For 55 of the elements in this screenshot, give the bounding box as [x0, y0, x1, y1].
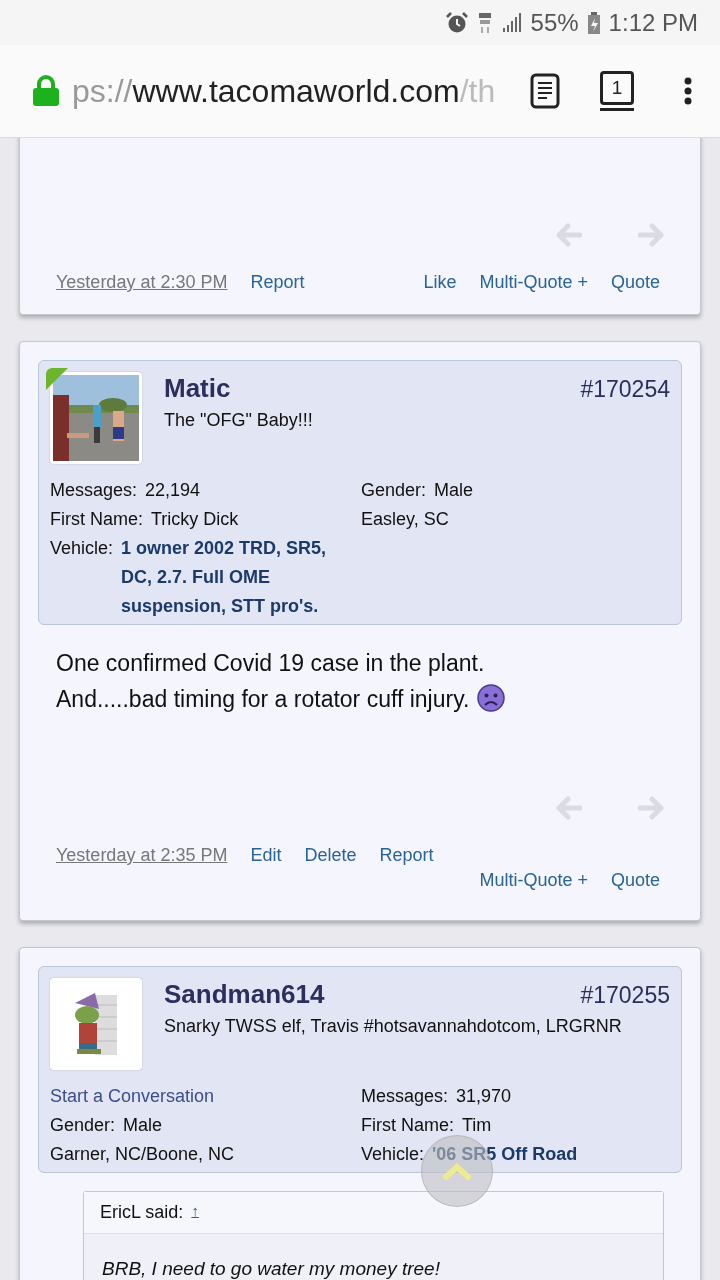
previous-arrow-icon[interactable] — [556, 223, 582, 247]
jump-to-quote-link[interactable]: ↑ — [191, 1202, 199, 1223]
previous-arrow-icon[interactable] — [556, 796, 582, 820]
stat-value: 31,970 — [456, 1085, 512, 1108]
quote-text: BRB, I need to go water my money tree! — [101, 1257, 441, 1280]
next-arrow-icon[interactable] — [638, 796, 664, 820]
user-title: Snarky TWSS elf, Travis #hotsavannahdotcom, LRGRNR — [164, 1016, 623, 1037]
url-text[interactable]: ps://www.tacomaworld.com/th — [72, 72, 502, 110]
reader-mode-icon[interactable] — [530, 73, 560, 109]
start-conversation-link[interactable]: Start a Conversation — [50, 1082, 215, 1111]
stat-label: Vehicle: — [361, 1143, 425, 1166]
post-action-link[interactable]: Quote — [610, 271, 660, 294]
post-action-link[interactable]: Edit — [250, 844, 282, 867]
alarm-icon — [444, 10, 469, 35]
vehicle-link[interactable]: '06 SR5 Off Road — [432, 1140, 578, 1169]
user-name-link[interactable]: Sandman614 — [164, 979, 325, 1010]
stat-value: Male — [123, 1114, 163, 1137]
stat-label: Messages: — [50, 479, 138, 502]
next-arrow-icon[interactable] — [638, 223, 664, 247]
battery-icon — [586, 10, 601, 35]
lock-icon — [32, 75, 60, 107]
stat-value: Tim — [462, 1114, 492, 1137]
stat-value: 22,194 — [145, 479, 201, 502]
post-action-link[interactable]: Multi-Quote + — [479, 271, 588, 294]
post-action-link[interactable]: Like — [423, 271, 457, 294]
post-date-link[interactable]: Yesterday at 2:35 PM — [56, 844, 228, 867]
stat-label: First Name: — [361, 1114, 454, 1137]
quote-author: EricL said: — [100, 1202, 184, 1223]
post-action-link[interactable]: Report — [250, 271, 305, 294]
post-action-link[interactable]: Delete — [304, 844, 357, 867]
post-number-link[interactable]: #170254 — [580, 376, 670, 403]
caret-up-icon — [443, 1162, 471, 1180]
post-action-link[interactable]: Report — [379, 844, 434, 867]
menu-icon[interactable] — [684, 77, 692, 105]
stat-label: Vehicle: — [50, 537, 114, 560]
post-number-link[interactable]: #170255 — [580, 982, 670, 1009]
stat-label: Gender: — [50, 1114, 116, 1137]
sad-face-icon — [477, 684, 506, 712]
stat-value: Tricky Dick — [151, 508, 239, 531]
user-name-link[interactable]: Matic — [164, 373, 231, 404]
signal-icon — [500, 11, 523, 34]
clock-time: 1:12 PM — [608, 8, 698, 37]
location-text: Garner, NC/Boone, NC — [50, 1143, 235, 1166]
post-date-link[interactable]: Yesterday at 2:30 PM — [56, 271, 228, 294]
stat-label: Messages: — [361, 1085, 449, 1108]
post-message: One confirmed Covid 19 case in the plant. And.....bad timing for a rotator cuff injury. — [38, 625, 682, 792]
post-action-link[interactable]: Quote — [610, 869, 660, 892]
stat-label: First Name: — [50, 508, 143, 531]
stat-value: Male — [434, 479, 474, 502]
battery-percent: 55% — [530, 8, 579, 37]
stat-label: Gender: — [361, 479, 427, 502]
location-text: Easley, SC — [361, 508, 449, 531]
post-action-link[interactable]: Multi-Quote + — [479, 869, 588, 892]
user-title: The "OFG" Baby!!! — [164, 410, 314, 431]
vehicle-link[interactable]: 1 owner 2002 TRD, SR5, DC, 2.7. Full OME suspension, STT pro's. — [121, 534, 337, 621]
